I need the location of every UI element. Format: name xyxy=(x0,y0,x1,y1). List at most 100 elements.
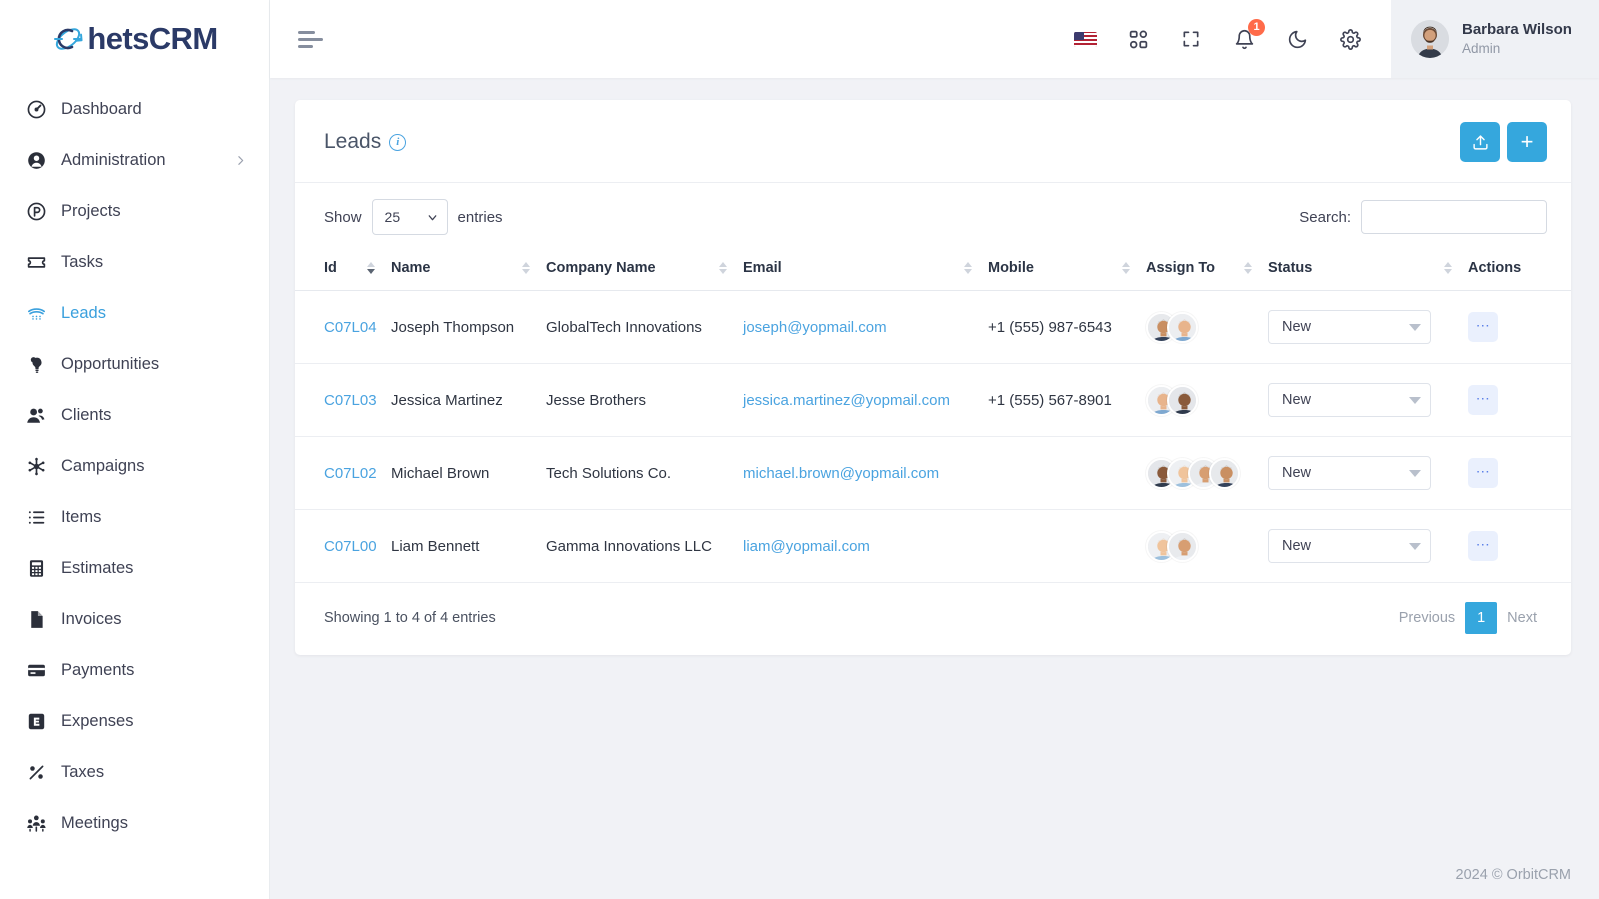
pagination-next[interactable]: Next xyxy=(1497,602,1547,634)
column-header-label: Id xyxy=(324,260,337,276)
email-link[interactable]: michael.brown@yopmail.com xyxy=(743,465,939,482)
sidebar-item-label: Items xyxy=(61,508,102,526)
apps-grid-icon[interactable] xyxy=(1125,26,1151,52)
lightbulb-icon xyxy=(24,353,48,377)
search-label: Search: xyxy=(1299,208,1351,226)
lead-id-link[interactable]: C07L04 xyxy=(324,319,377,336)
row-actions-button[interactable]: ⋯ xyxy=(1468,531,1498,561)
cell-email: liam@yopmail.com xyxy=(743,509,988,583)
column-header-label: Status xyxy=(1268,260,1313,276)
sidebar-item-campaigns[interactable]: Campaigns xyxy=(0,441,269,492)
lead-id-link[interactable]: C07L00 xyxy=(324,538,377,555)
sort-arrows-icon[interactable] xyxy=(1244,262,1252,274)
add-lead-button[interactable]: + xyxy=(1507,122,1547,162)
document-icon xyxy=(24,608,48,632)
sidebar-item-opportunities[interactable]: Opportunities xyxy=(0,339,269,390)
sidebar-item-leads[interactable]: Leads xyxy=(0,288,269,339)
cell-assign-to xyxy=(1146,436,1268,510)
sidebar-item-estimates[interactable]: Estimates xyxy=(0,543,269,594)
table-footer: Showing 1 to 4 of 4 entries Previous 1 N… xyxy=(295,583,1571,655)
row-actions-button[interactable]: ⋯ xyxy=(1468,458,1498,488)
column-header-label: Email xyxy=(743,260,782,276)
sidebar-item-clients[interactable]: Clients xyxy=(0,390,269,441)
sidebar-item-items[interactable]: Items xyxy=(0,492,269,543)
p-circle-icon xyxy=(24,200,48,224)
dark-mode-moon-icon[interactable] xyxy=(1284,26,1310,52)
status-value: New xyxy=(1282,538,1312,554)
sort-arrows-icon[interactable] xyxy=(1122,262,1130,274)
cell-mobile xyxy=(988,509,1146,583)
hamburger-icon[interactable] xyxy=(298,30,326,48)
assignee-avatar-group[interactable] xyxy=(1146,530,1268,562)
sort-arrows-icon[interactable] xyxy=(719,262,727,274)
cell-email: michael.brown@yopmail.com xyxy=(743,436,988,510)
search-input[interactable] xyxy=(1361,200,1547,234)
cell-name: Jessica Martinez xyxy=(391,363,546,437)
table-row: C07L02 Michael Brown Tech Solutions Co. mic… xyxy=(295,436,1571,510)
sort-arrows-icon[interactable] xyxy=(1444,262,1452,274)
page-title-text: Leads xyxy=(324,130,382,153)
sort-arrows-icon[interactable] xyxy=(964,262,972,274)
sidebar-item-administration[interactable]: Administration xyxy=(0,135,269,186)
sidebar-item-projects[interactable]: Projects xyxy=(0,186,269,237)
status-select[interactable]: New xyxy=(1268,529,1431,563)
row-actions-button[interactable]: ⋯ xyxy=(1468,312,1498,342)
notifications-bell-icon[interactable]: 1 xyxy=(1231,19,1265,52)
leads-table-wrapper: Id Name Company Name Email Mobile Assign To St… xyxy=(295,248,1571,583)
settings-gear-icon[interactable] xyxy=(1337,26,1363,52)
sidebar-item-label: Campaigns xyxy=(61,457,145,475)
sidebar-item-dashboard[interactable]: Dashboard xyxy=(0,84,269,135)
sidebar-item-payments[interactable]: Payments xyxy=(0,645,269,696)
column-header-mobile[interactable]: Mobile xyxy=(988,248,1146,291)
cell-id: C07L04 xyxy=(295,290,391,364)
assignee-avatar xyxy=(1167,530,1198,562)
sidebar-item-taxes[interactable]: Taxes xyxy=(0,747,269,798)
cell-company: Jesse Brothers xyxy=(546,363,743,437)
row-actions-button[interactable]: ⋯ xyxy=(1468,385,1498,415)
column-header-id[interactable]: Id xyxy=(295,248,391,291)
sidebar-item-tasks[interactable]: Tasks xyxy=(0,237,269,288)
assignee-avatar-group[interactable] xyxy=(1146,311,1268,343)
email-link[interactable]: liam@yopmail.com xyxy=(743,538,870,555)
table-body: C07L04 Joseph Thompson GlobalTech Innovati… xyxy=(295,290,1571,583)
cell-id: C07L00 xyxy=(295,509,391,583)
email-link[interactable]: jessica.martinez@yopmail.com xyxy=(743,392,950,409)
column-header-email[interactable]: Email xyxy=(743,248,988,291)
email-link[interactable]: joseph@yopmail.com xyxy=(743,319,887,336)
cell-company: Gamma Innovations LLC xyxy=(546,509,743,583)
status-select[interactable]: New xyxy=(1268,310,1431,344)
user-profile-menu[interactable]: Barbara Wilson Admin xyxy=(1391,0,1599,78)
pagination-page-1[interactable]: 1 xyxy=(1465,602,1498,634)
status-value: New xyxy=(1282,392,1312,408)
sort-arrows-icon[interactable] xyxy=(522,262,530,274)
app-logo[interactable]: hetsCRM xyxy=(0,0,269,78)
language-flag-us-icon[interactable] xyxy=(1072,26,1098,52)
assignee-avatar-group[interactable] xyxy=(1146,457,1268,489)
export-button[interactable] xyxy=(1460,122,1500,162)
page-size-select[interactable]: 25 xyxy=(371,199,448,235)
info-icon[interactable]: i xyxy=(389,133,407,151)
column-header-status[interactable]: Status xyxy=(1268,248,1468,291)
lead-id-link[interactable]: C07L03 xyxy=(324,392,377,409)
sidebar-item-invoices[interactable]: Invoices xyxy=(0,594,269,645)
table-row: C07L04 Joseph Thompson GlobalTech Innovati… xyxy=(295,290,1571,364)
sort-arrows-icon[interactable] xyxy=(367,262,375,274)
card-header-actions: + xyxy=(1460,122,1547,162)
lead-id-link[interactable]: C07L02 xyxy=(324,465,377,482)
pagination-previous[interactable]: Previous xyxy=(1389,602,1465,634)
sidebar-item-meetings[interactable]: Meetings xyxy=(0,798,269,849)
cell-id: C07L03 xyxy=(295,363,391,437)
cell-company: GlobalTech Innovations xyxy=(546,290,743,364)
sidebar-item-label: Tasks xyxy=(61,253,104,271)
status-select[interactable]: New xyxy=(1268,456,1431,490)
show-label: Show xyxy=(324,208,362,226)
column-header-company-name[interactable]: Company Name xyxy=(546,248,743,291)
column-header-name[interactable]: Name xyxy=(391,248,546,291)
status-select[interactable]: New xyxy=(1268,383,1431,417)
fullscreen-icon[interactable] xyxy=(1178,26,1204,52)
assignee-avatar-group[interactable] xyxy=(1146,384,1268,416)
sidebar-item-expenses[interactable]: Expenses xyxy=(0,696,269,747)
chevron-down-icon xyxy=(1409,542,1421,550)
column-header-assign-to[interactable]: Assign To xyxy=(1146,248,1268,291)
assignee-avatar xyxy=(1167,311,1198,343)
